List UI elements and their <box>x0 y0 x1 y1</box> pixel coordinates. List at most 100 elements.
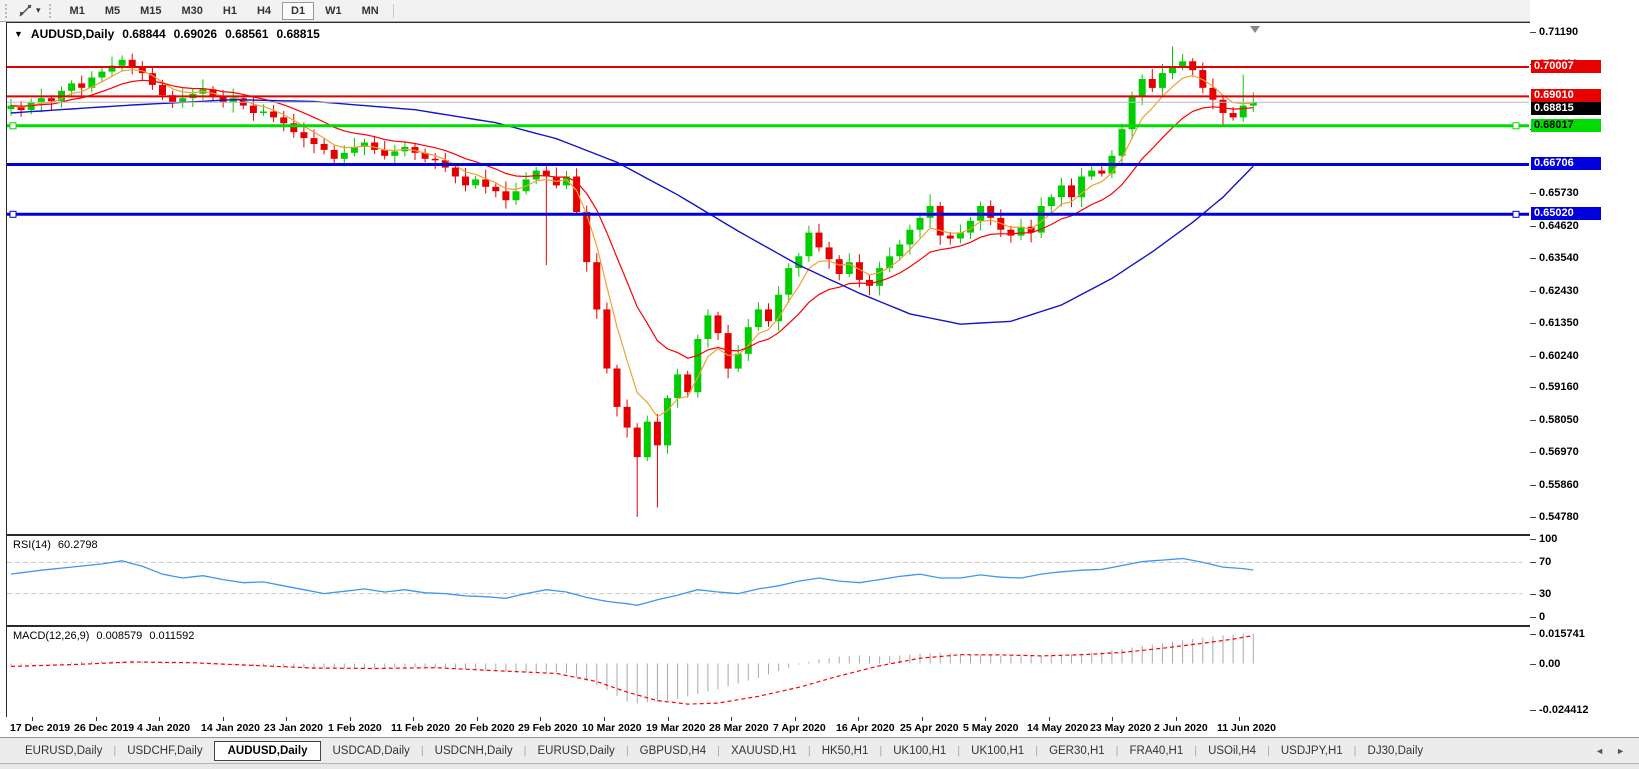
macd-tick-label-tick <box>1530 710 1536 711</box>
date-label: 17 Dec 2019 <box>10 722 70 734</box>
tab-eurusd-daily[interactable]: EURUSD,Daily <box>526 742 625 760</box>
tab-gbpusd-h4[interactable]: GBPUSD,H4 <box>629 742 717 760</box>
date-label: 11 Feb 2020 <box>391 722 450 734</box>
price-tick-label-tick <box>1530 32 1536 33</box>
date-label: 4 Jan 2020 <box>137 722 190 734</box>
rsi-value: 60.2798 <box>58 539 98 551</box>
date-label: 14 May 2020 <box>1027 722 1088 734</box>
date-tick <box>477 717 478 721</box>
tab-uk100-h1[interactable]: UK100,H1 <box>882 742 957 760</box>
trading-app-window: ▾ M1M5M15M30H1H4D1W1MN ▼ AUDUSD,Daily 0.… <box>0 0 1639 769</box>
date-label: 28 Mar 2020 <box>709 722 769 734</box>
tab-ger30-h1[interactable]: GER30,H1 <box>1038 742 1116 760</box>
ohlc-low: 0.68561 <box>225 27 268 41</box>
timeframe-button-m30[interactable]: M30 <box>173 2 212 20</box>
rsi-canvas[interactable] <box>7 536 1529 623</box>
date-tick <box>668 717 669 721</box>
date-tick <box>922 717 923 721</box>
date-tick <box>731 717 732 721</box>
price-axis: 0.711900.701100.679200.657300.646200.635… <box>1530 0 1639 740</box>
ohlc-close: 0.68815 <box>276 27 319 41</box>
date-tick <box>795 717 796 721</box>
date-tick <box>32 717 33 721</box>
tab-usoil-h4[interactable]: USOil,H4 <box>1197 742 1267 760</box>
rsi-tick-label-tick <box>1530 617 1536 618</box>
tab-fra40-h1[interactable]: FRA40,H1 <box>1119 742 1195 760</box>
collapse-triangle-icon[interactable]: ▼ <box>14 29 23 39</box>
price-tick-label: 0.61350 <box>1539 317 1579 329</box>
date-label: 7 Apr 2020 <box>773 722 826 734</box>
date-tick <box>604 717 605 721</box>
date-tick <box>413 717 414 721</box>
tab-usdchf-daily[interactable]: USDCHF,Daily <box>116 742 213 760</box>
price-tick-label-tick <box>1530 387 1536 388</box>
timeframe-button-w1[interactable]: W1 <box>316 2 351 20</box>
toolbar-separator <box>393 4 394 18</box>
tab-uk100-h1[interactable]: UK100,H1 <box>960 742 1035 760</box>
tab-eurusd-daily[interactable]: EURUSD,Daily <box>14 742 113 760</box>
price-level-badge: 0.66706 <box>1531 157 1601 170</box>
tab-hk50-h1[interactable]: HK50,H1 <box>811 742 880 760</box>
price-tick-label: 0.64620 <box>1539 220 1579 232</box>
macd-indicator-window: MACD(12,26,9) 0.008579 0.011592 <box>6 626 1532 718</box>
tab-usdcad-daily[interactable]: USDCAD,Daily <box>321 742 420 760</box>
rsi-indicator-window: RSI(14) 60.2798 <box>6 535 1532 626</box>
date-tick <box>159 717 160 721</box>
timeframe-button-m5[interactable]: M5 <box>96 2 129 20</box>
macd-tick-label: -0.024412 <box>1539 704 1589 716</box>
scroll-tabs-left-icon[interactable]: ◄ <box>1595 746 1604 756</box>
main-chart-canvas[interactable] <box>7 23 1529 532</box>
date-tick <box>985 717 986 721</box>
date-label: 23 May 2020 <box>1090 722 1151 734</box>
macd-canvas[interactable] <box>7 627 1529 715</box>
rsi-tick-label: 30 <box>1539 588 1551 600</box>
tab-xauusd-h1[interactable]: XAUUSD,H1 <box>720 742 808 760</box>
toolbar-grip[interactable] <box>49 4 55 18</box>
date-label: 14 Jan 2020 <box>201 722 260 734</box>
tab-usdjpy-h1[interactable]: USDJPY,H1 <box>1270 742 1354 760</box>
tab-dj30-daily[interactable]: DJ30,Daily <box>1357 742 1435 760</box>
date-tick <box>1176 717 1177 721</box>
timeframe-button-d1[interactable]: D1 <box>282 2 314 20</box>
date-tick <box>350 717 351 721</box>
date-label: 19 Mar 2020 <box>646 722 706 734</box>
timeframe-buttons: M1M5M15M30H1H4D1W1MN <box>60 2 389 20</box>
toolbar-grip[interactable] <box>5 4 11 18</box>
price-tick-label-tick <box>1530 517 1536 518</box>
price-level-badge: 0.68815 <box>1531 102 1601 115</box>
timeframe-button-m1[interactable]: M1 <box>61 2 94 20</box>
macd-label: MACD(12,26,9) 0.008579 0.011592 <box>13 630 194 642</box>
dropdown-caret-icon[interactable]: ▾ <box>36 5 41 16</box>
price-tick-label-tick <box>1530 452 1536 453</box>
macd-tick-label: 0.00 <box>1539 658 1560 670</box>
macd-tick-label-tick <box>1530 664 1536 665</box>
macd-name: MACD(12,26,9) <box>13 630 89 642</box>
date-tick <box>858 717 859 721</box>
price-tick-label: 0.55860 <box>1539 479 1579 491</box>
price-tick-label-tick <box>1530 193 1536 194</box>
timeframe-button-m15[interactable]: M15 <box>131 2 170 20</box>
date-tick <box>1239 717 1240 721</box>
chart-title: ▼ AUDUSD,Daily 0.68844 0.69026 0.68561 0… <box>14 27 320 41</box>
timeframe-button-mn[interactable]: MN <box>353 2 388 20</box>
timeframe-toolbar: ▾ M1M5M15M30H1H4D1W1MN <box>0 0 1639 22</box>
ohlc-open: 0.68844 <box>122 27 165 41</box>
macd-value-signal: 0.011592 <box>149 630 194 642</box>
rsi-tick-label-tick <box>1530 562 1536 563</box>
timeframe-button-h1[interactable]: H1 <box>214 2 246 20</box>
ohlc-high: 0.69026 <box>174 27 217 41</box>
date-tick <box>1112 717 1113 721</box>
date-label: 23 Jan 2020 <box>264 722 323 734</box>
scroll-tabs-right-icon[interactable]: ► <box>1616 746 1625 756</box>
timeframe-button-h4[interactable]: H4 <box>248 2 280 20</box>
price-tick-label: 0.56970 <box>1539 446 1579 458</box>
rsi-tick-label: 0 <box>1539 611 1545 623</box>
date-label: 20 Feb 2020 <box>455 722 515 734</box>
macd-tick-label: 0.015741 <box>1539 628 1585 640</box>
tab-usdcnh-daily[interactable]: USDCNH,Daily <box>424 742 524 760</box>
rsi-tick-label-tick <box>1530 594 1536 595</box>
tab-audusd-daily[interactable]: AUDUSD,Daily <box>214 741 322 761</box>
date-label: 10 Mar 2020 <box>582 722 642 734</box>
line-studies-icon[interactable] <box>16 3 36 19</box>
price-level-badge: 0.65020 <box>1531 207 1601 220</box>
